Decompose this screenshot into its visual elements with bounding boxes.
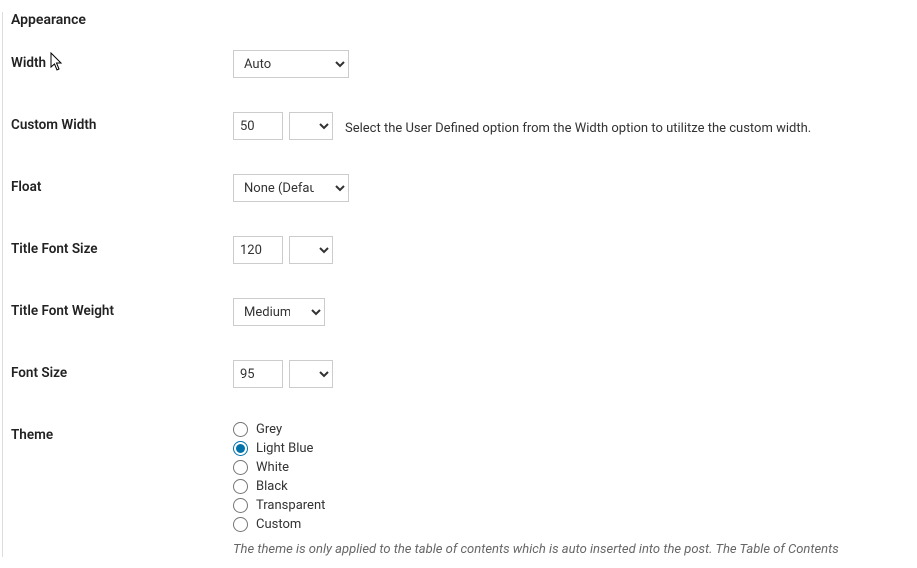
theme-option-custom[interactable]: Custom: [233, 517, 839, 532]
font-size-unit-select[interactable]: %: [289, 360, 333, 388]
theme-radio-black[interactable]: [233, 479, 248, 494]
theme-label: Theme: [11, 422, 233, 443]
theme-option-light-blue-label: Light Blue: [256, 441, 313, 456]
title-font-size-label: Title Font Size: [11, 236, 233, 257]
float-select[interactable]: None (Default): [233, 174, 349, 202]
width-select[interactable]: Auto: [233, 50, 349, 78]
font-size-label: Font Size: [11, 360, 233, 381]
theme-radio-transparent[interactable]: [233, 498, 248, 513]
title-font-size-unit-select[interactable]: %: [289, 236, 333, 264]
theme-option-black-label: Black: [256, 479, 288, 494]
title-font-weight-select[interactable]: Medium: [233, 298, 325, 326]
theme-radio-custom[interactable]: [233, 517, 248, 532]
theme-option-transparent[interactable]: Transparent: [233, 498, 839, 513]
theme-option-custom-label: Custom: [256, 517, 301, 532]
font-size-input[interactable]: [233, 360, 283, 388]
theme-radio-group: Grey Light Blue White Black Transparent: [233, 422, 839, 532]
theme-radio-grey[interactable]: [233, 422, 248, 437]
theme-option-light-blue[interactable]: Light Blue: [233, 441, 839, 456]
title-font-weight-label: Title Font Weight: [11, 298, 233, 319]
theme-option-grey[interactable]: Grey: [233, 422, 839, 437]
custom-width-unit-select[interactable]: %: [289, 112, 333, 140]
custom-width-input[interactable]: [233, 112, 283, 140]
theme-radio-white[interactable]: [233, 460, 248, 475]
section-title: Appearance: [11, 12, 917, 28]
theme-note: The theme is only applied to the table o…: [233, 542, 839, 557]
theme-option-grey-label: Grey: [256, 422, 282, 437]
theme-radio-light-blue[interactable]: [233, 441, 248, 456]
float-label: Float: [11, 174, 233, 195]
custom-width-label: Custom Width: [11, 112, 233, 133]
theme-option-transparent-label: Transparent: [256, 498, 325, 513]
theme-option-white[interactable]: White: [233, 460, 839, 475]
theme-option-black[interactable]: Black: [233, 479, 839, 494]
title-font-size-input[interactable]: [233, 236, 283, 264]
custom-width-hint: Select the User Defined option from the …: [345, 116, 811, 136]
width-label: Width: [11, 50, 233, 71]
theme-option-white-label: White: [256, 460, 289, 475]
